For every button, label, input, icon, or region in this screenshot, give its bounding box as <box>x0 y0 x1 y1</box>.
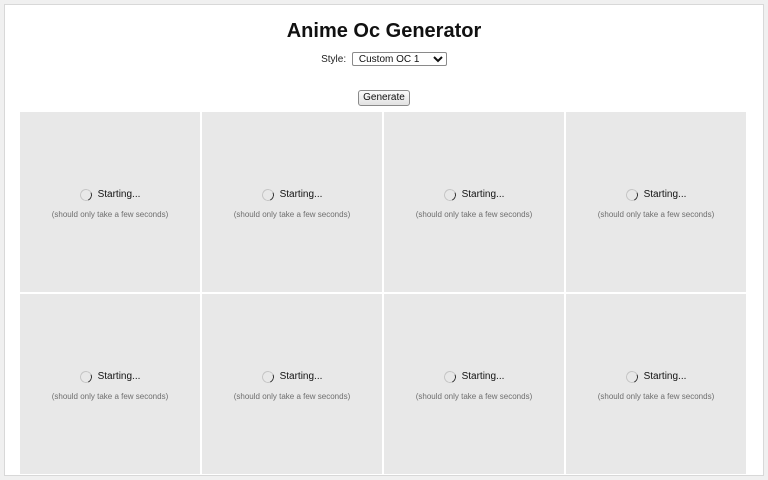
result-cell-content: Starting... (should only take a few seco… <box>20 187 200 220</box>
status-text: Starting... <box>97 371 141 382</box>
hint-text: (should only take a few seconds) <box>51 210 169 219</box>
hint-text: (should only take a few seconds) <box>233 210 351 219</box>
result-cell-7: Starting... (should only take a few seco… <box>384 294 564 474</box>
loading-spinner-icon <box>259 187 276 203</box>
hint-text: (should only take a few seconds) <box>415 210 533 219</box>
result-cell-content: Starting... (should only take a few seco… <box>20 369 200 402</box>
loading-spinner-icon <box>623 187 640 203</box>
hint-text: (should only take a few seconds) <box>51 392 169 401</box>
style-label: Style: <box>321 53 347 65</box>
result-cell-5: Starting... (should only take a few seco… <box>20 294 200 474</box>
hint-text: (should only take a few seconds) <box>597 392 715 401</box>
status-line: Starting... <box>259 369 323 385</box>
result-cell-4: Starting... (should only take a few seco… <box>566 112 746 292</box>
result-cell-content: Starting... (should only take a few seco… <box>566 187 746 220</box>
status-line: Starting... <box>77 369 141 385</box>
status-text: Starting... <box>279 371 323 382</box>
loading-spinner-icon <box>259 369 276 385</box>
result-cell-2: Starting... (should only take a few seco… <box>202 112 382 292</box>
hint-text: (should only take a few seconds) <box>597 210 715 219</box>
generate-button[interactable]: Generate <box>358 90 410 106</box>
result-cell-content: Starting... (should only take a few seco… <box>566 369 746 402</box>
loading-spinner-icon <box>441 187 458 203</box>
loading-spinner-icon <box>623 369 640 385</box>
result-cell-6: Starting... (should only take a few seco… <box>202 294 382 474</box>
style-row: Style: Custom OC 1 <box>5 52 763 67</box>
page-title: Anime Oc Generator <box>286 20 482 42</box>
status-line: Starting... <box>441 187 505 203</box>
result-cell-1: Starting... (should only take a few seco… <box>20 112 200 292</box>
loading-spinner-icon <box>77 369 94 385</box>
status-text: Starting... <box>643 189 687 200</box>
result-cell-content: Starting... (should only take a few seco… <box>202 369 382 402</box>
result-cell-content: Starting... (should only take a few seco… <box>384 369 564 402</box>
status-line: Starting... <box>441 369 505 385</box>
status-line: Starting... <box>623 187 687 203</box>
status-text: Starting... <box>279 189 323 200</box>
status-text: Starting... <box>643 371 687 382</box>
result-cell-content: Starting... (should only take a few seco… <box>202 187 382 220</box>
result-cell-3: Starting... (should only take a few seco… <box>384 112 564 292</box>
status-text: Starting... <box>461 189 505 200</box>
loading-spinner-icon <box>441 369 458 385</box>
status-text: Starting... <box>461 371 505 382</box>
generate-row: Generate <box>5 87 763 106</box>
app-frame: Anime Oc Generator Style: Custom OC 1 Ge… <box>4 4 764 476</box>
loading-spinner-icon <box>77 187 94 203</box>
status-text: Starting... <box>97 189 141 200</box>
result-cell-8: Starting... (should only take a few seco… <box>566 294 746 474</box>
style-select[interactable]: Custom OC 1 <box>351 52 447 66</box>
hint-text: (should only take a few seconds) <box>233 392 351 401</box>
status-line: Starting... <box>259 187 323 203</box>
status-line: Starting... <box>623 369 687 385</box>
hint-text: (should only take a few seconds) <box>415 392 533 401</box>
result-cell-content: Starting... (should only take a few seco… <box>384 187 564 220</box>
status-line: Starting... <box>77 187 141 203</box>
result-grid: Starting... (should only take a few seco… <box>20 112 750 474</box>
